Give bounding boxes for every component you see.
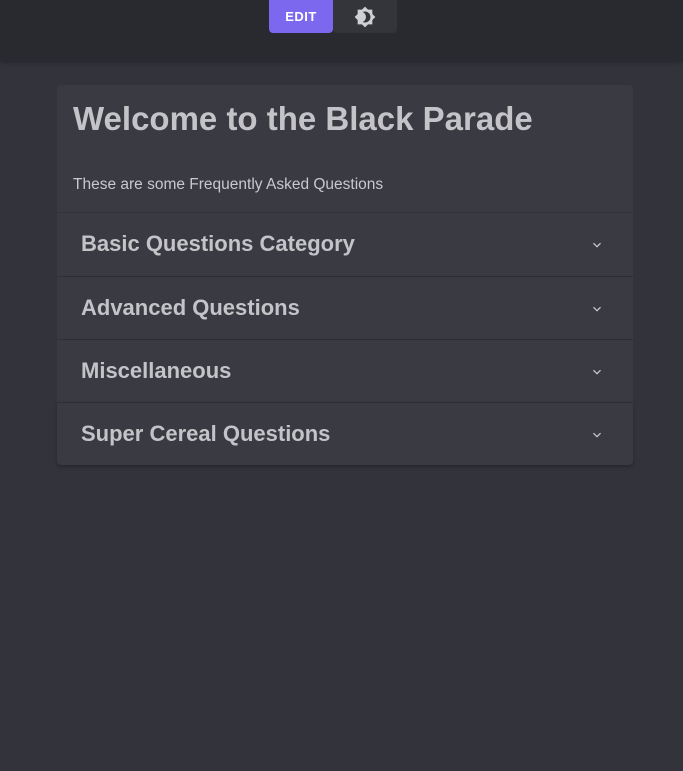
theme-toggle-button[interactable]: [333, 0, 397, 33]
page-title: Welcome to the Black Parade: [73, 100, 533, 137]
accordion-label: Basic Questions Category: [81, 231, 355, 256]
toolbar-button-group: EDIT: [269, 0, 397, 33]
accordion-item-miscellaneous[interactable]: Miscellaneous: [57, 339, 633, 402]
brightness-icon: [354, 6, 376, 27]
accordion-item-basic-questions[interactable]: Basic Questions Category: [57, 213, 633, 276]
chevron-down-icon: [593, 242, 601, 248]
accordion-label: Super Cereal Questions: [81, 421, 331, 446]
page-subtitle: These are some Frequently Asked Question…: [73, 176, 384, 193]
chevron-down-icon: [593, 369, 601, 375]
faq-accordion: Basic Questions Category Advanced Questi…: [57, 213, 633, 465]
accordion-label: Miscellaneous: [81, 358, 232, 383]
edit-button[interactable]: EDIT: [269, 0, 333, 33]
accordion-item-advanced-questions[interactable]: Advanced Questions: [57, 276, 633, 339]
chevron-down-icon: [593, 306, 601, 312]
top-app-bar: EDIT: [0, 0, 683, 61]
faq-header-card: Welcome to the Black Parade These are so…: [57, 85, 633, 212]
chevron-down-icon: [593, 432, 601, 438]
accordion-item-super-cereal-questions[interactable]: Super Cereal Questions: [57, 402, 633, 465]
accordion-label: Advanced Questions: [81, 295, 300, 320]
